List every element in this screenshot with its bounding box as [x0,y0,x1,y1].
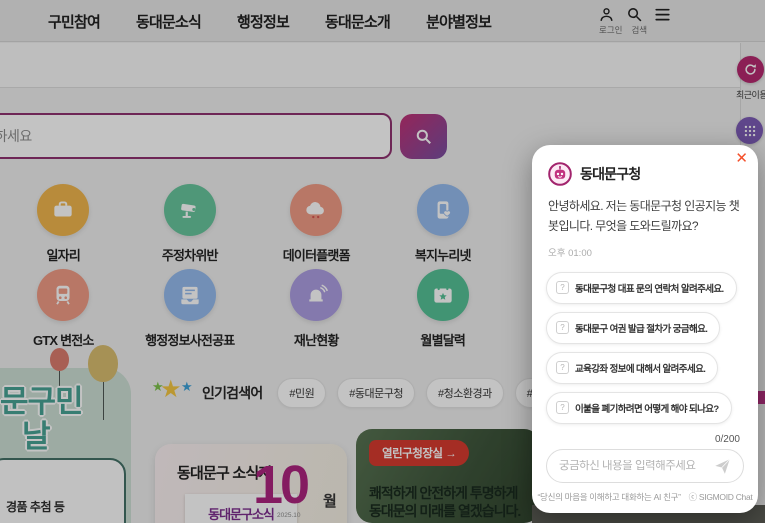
chatbot-header: 동대문구청 [532,145,758,186]
question-icon: ? [556,281,569,294]
chat-suggestion-education[interactable]: ? 교육강좌 정보에 대해서 알려주세요. [546,352,718,384]
chat-message-input[interactable] [559,460,706,472]
question-icon: ? [556,361,569,374]
chat-suggestion-contact[interactable]: ? 동대문구청 대표 문의 연락처 알려주세요. [546,272,737,304]
chatbot-close-button[interactable]: ✕ [731,147,752,170]
chatbot-title: 동대문구청 [580,164,640,184]
paper-plane-icon [714,458,731,475]
chatbot-panel: ✕ 동대문구청 안녕하세요. 저는 동대문구청 인공지능 챗봇입니다. 무엇을 … [532,145,758,513]
chatbot-suggestions: ? 동대문구청 대표 문의 연락처 알려주세요. ? 동대문구 여권 발급 절차… [532,259,758,424]
question-icon: ? [556,321,569,334]
char-counter: 0/200 [532,434,758,449]
chatbot-footer: “당신의 마음을 이해하고 대화하는 AI 친구” ⓒ SIGMOID Chat [532,483,758,513]
dongdaemun-gov-homepage: 구민참여 동대문소식 행정정보 동대문소개 분야별정보 로그인 검색 최근이용 [0,0,765,523]
send-button[interactable] [714,458,731,475]
footer-brand: ⓒ SIGMOID Chat [689,491,753,503]
chatbot-avatar [548,162,572,186]
chatbot-greeting: 안녕하세요. 저는 동대문구청 인공지능 챗봇입니다. 무엇을 도와드릴까요? [532,186,758,237]
chat-suggestion-disposal[interactable]: ? 이불을 폐기하려면 어떻게 해야 되나요? [546,392,732,424]
chat-suggestion-passport[interactable]: ? 동대문구 여권 발급 절차가 궁금해요. [546,312,720,344]
chat-input-row [546,449,744,483]
question-icon: ? [556,401,569,414]
footer-quote: “당신의 마음을 이해하고 대화하는 AI 친구” [538,491,681,503]
chatbot-timestamp: 오후 01:00 [532,237,758,259]
